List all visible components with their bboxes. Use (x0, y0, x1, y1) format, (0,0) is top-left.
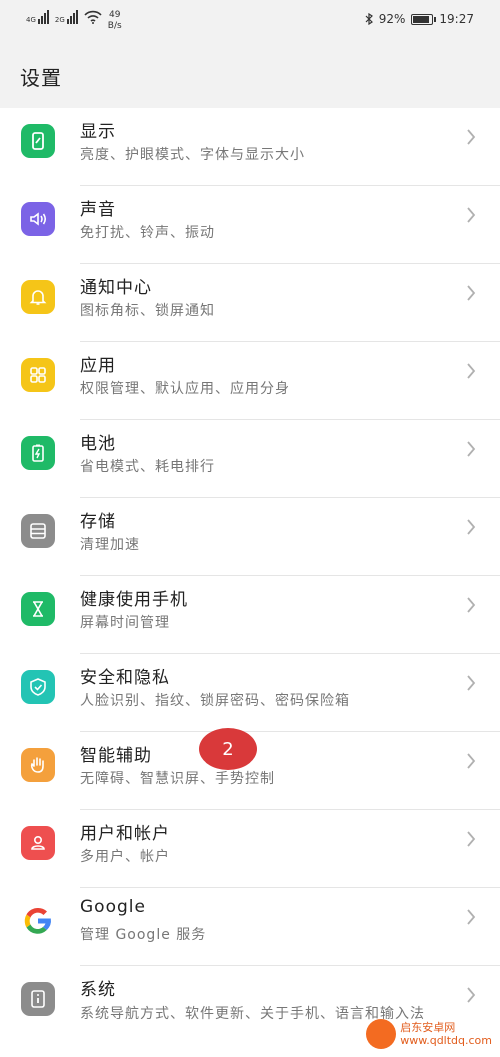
chevron-right-icon (467, 207, 476, 223)
sound-icon (21, 202, 55, 236)
watermark: 启东安卓网 www.qdltdq.com (366, 1019, 492, 1049)
item-title: 声音 (80, 200, 116, 220)
item-title: 健康使用手机 (80, 590, 188, 610)
chevron-right-icon (467, 675, 476, 691)
settings-item-digital-balance[interactable]: 健康使用手机 屏幕时间管理 (0, 576, 500, 654)
signal-2g-icon: 2G (55, 10, 78, 24)
item-title: 系统 (80, 980, 116, 1000)
item-subtitle: 无障碍、智慧识屏、手势控制 (80, 771, 275, 787)
clock: 19:27 (439, 12, 474, 26)
watermark-name: 启东安卓网 (400, 1021, 456, 1034)
settings-item-display[interactable]: 显示 亮度、护眼模式、字体与显示大小 (0, 108, 500, 186)
battery-percent: 92% (378, 12, 406, 26)
net-speed: 49 B/s (107, 10, 122, 31)
bell-icon (21, 280, 55, 314)
settings-item-apps[interactable]: 应用 权限管理、默认应用、应用分身 (0, 342, 500, 420)
watermark-url: www.qdltdq.com (400, 1034, 492, 1047)
watermark-logo (366, 1019, 397, 1049)
item-title: 智能辅助 (80, 746, 152, 766)
chevron-right-icon (467, 909, 476, 925)
settings-item-sound[interactable]: 声音 免打扰、铃声、振动 (0, 186, 500, 264)
item-subtitle: 免打扰、铃声、振动 (80, 225, 215, 241)
item-title: Google (80, 897, 146, 917)
item-title: 电池 (80, 434, 116, 454)
settings-item-users[interactable]: 用户和帐户 多用户、帐户 (0, 810, 500, 888)
item-subtitle: 省电模式、耗电排行 (80, 459, 215, 475)
hourglass-icon (21, 592, 55, 626)
item-subtitle: 屏幕时间管理 (80, 615, 170, 631)
item-subtitle: 管理 Google 服务 (80, 927, 207, 943)
status-bar: 4G 2G 49 B/s 92% 19:27 (0, 0, 500, 40)
battery-icon (21, 436, 55, 470)
settings-item-storage[interactable]: 存储 清理加速 (0, 498, 500, 576)
wifi-icon (84, 10, 102, 24)
item-title: 用户和帐户 (80, 824, 170, 844)
item-subtitle: 图标角标、锁屏通知 (80, 303, 215, 319)
chevron-right-icon (467, 831, 476, 847)
chevron-right-icon (467, 363, 476, 379)
signal-4g-icon: 4G (26, 10, 49, 24)
shield-icon (21, 670, 55, 704)
hand-icon (21, 748, 55, 782)
apps-icon (21, 358, 55, 392)
item-subtitle: 多用户、帐户 (80, 849, 170, 865)
storage-icon (21, 514, 55, 548)
user-icon (21, 826, 55, 860)
header: 设置 (0, 40, 500, 108)
battery-icon (411, 13, 437, 25)
item-title: 显示 (80, 122, 116, 142)
bluetooth-icon (365, 13, 373, 25)
settings-item-google[interactable]: Google 管理 Google 服务 (0, 888, 500, 966)
chevron-right-icon (467, 519, 476, 535)
settings-list: 显示 亮度、护眼模式、字体与显示大小 声音 免打扰、铃声、振动 通知中心 图标角… (0, 108, 500, 1056)
chevron-right-icon (467, 285, 476, 301)
item-title: 应用 (80, 356, 116, 376)
info-icon (21, 982, 55, 1016)
google-icon (21, 904, 55, 938)
item-title: 通知中心 (80, 278, 152, 298)
chevron-right-icon (467, 129, 476, 145)
page-title: 设置 (20, 66, 62, 90)
chevron-right-icon (467, 753, 476, 769)
step-annotation-badge: 2 (199, 728, 257, 770)
chevron-right-icon (467, 597, 476, 613)
chevron-right-icon (467, 441, 476, 457)
item-subtitle: 清理加速 (80, 537, 140, 553)
item-subtitle: 权限管理、默认应用、应用分身 (80, 381, 290, 397)
item-title: 存储 (80, 512, 116, 532)
settings-item-security[interactable]: 安全和隐私 人脸识别、指纹、锁屏密码、密码保险箱 (0, 654, 500, 732)
chevron-right-icon (467, 987, 476, 1003)
settings-item-battery[interactable]: 电池 省电模式、耗电排行 (0, 420, 500, 498)
display-icon (21, 124, 55, 158)
item-subtitle: 人脸识别、指纹、锁屏密码、密码保险箱 (80, 693, 350, 709)
item-subtitle: 亮度、护眼模式、字体与显示大小 (80, 147, 305, 163)
settings-item-notifications[interactable]: 通知中心 图标角标、锁屏通知 (0, 264, 500, 342)
item-title: 安全和隐私 (80, 668, 170, 688)
